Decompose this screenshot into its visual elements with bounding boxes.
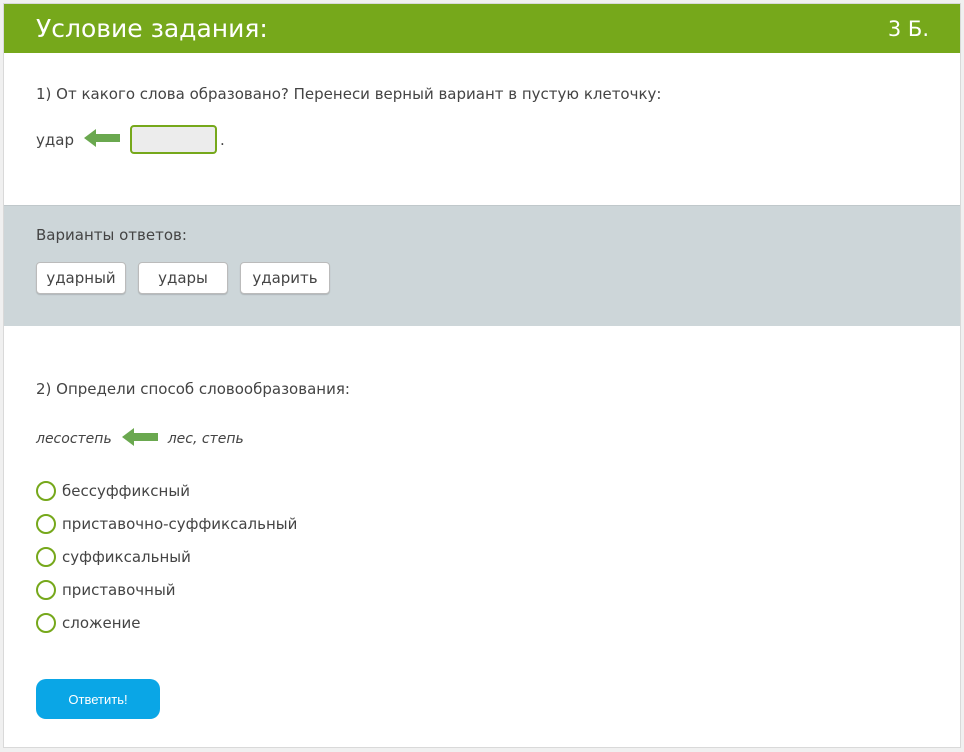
task-card: Условие задания: 3 Б. 1) От какого слова… xyxy=(3,3,961,748)
radio-options: бессуффиксный приставочно-суффиксальный … xyxy=(36,474,928,639)
left-arrow-icon xyxy=(121,428,158,450)
task-header: Условие задания: 3 Б. xyxy=(4,4,960,53)
radio-option-label: приставочно-суффиксальный xyxy=(62,514,298,533)
task-title: Условие задания: xyxy=(36,14,268,43)
question-1-text: 1) От какого слова образовано? Перенеси … xyxy=(36,85,662,103)
trailing-period: . xyxy=(219,130,225,149)
left-arrow-icon xyxy=(83,128,120,151)
answer-chip[interactable]: ударить xyxy=(240,262,330,294)
radio-circle-icon[interactable] xyxy=(36,546,56,567)
question-1-row: удар . xyxy=(36,125,928,154)
radio-option[interactable]: бессуффиксный xyxy=(36,474,928,507)
radio-option-label: бессуффиксный xyxy=(62,481,190,500)
radio-circle-icon[interactable] xyxy=(36,480,56,501)
radio-option-label: суффиксальный xyxy=(62,547,191,566)
answer-chips: ударный удары ударить xyxy=(36,262,928,294)
answer-chip[interactable]: удары xyxy=(138,262,228,294)
radio-option-label: приставочный xyxy=(62,580,176,599)
radio-circle-icon[interactable] xyxy=(36,579,56,600)
radio-option[interactable]: суффиксальный xyxy=(36,540,928,573)
radio-option[interactable]: приставочный xyxy=(36,573,928,606)
radio-option-label: сложение xyxy=(62,613,141,632)
answer-chip[interactable]: ударный xyxy=(36,262,126,294)
task-points: 3 Б. xyxy=(887,16,929,41)
answer-options-panel: Варианты ответов: ударный удары ударить xyxy=(4,205,960,326)
radio-circle-icon[interactable] xyxy=(36,513,56,534)
radio-option[interactable]: сложение xyxy=(36,606,928,639)
question-1: 1) От какого слова образовано? Перенеси … xyxy=(4,53,960,205)
question-2-text: 2) Определи способ словообразования: xyxy=(36,380,350,398)
question-2: 2) Определи способ словообразования: лес… xyxy=(4,326,960,719)
base-word: удар xyxy=(36,130,74,149)
answer-options-label: Варианты ответов: xyxy=(36,226,187,244)
word-formation-row: лесостепь лес, степь xyxy=(36,428,928,450)
derived-word: лесостепь xyxy=(36,431,112,447)
source-words: лес, степь xyxy=(167,431,244,447)
radio-circle-icon[interactable] xyxy=(36,612,56,633)
submit-button[interactable]: Ответить! xyxy=(36,679,160,719)
drop-target-slot[interactable] xyxy=(129,125,217,154)
radio-option[interactable]: приставочно-суффиксальный xyxy=(36,507,928,540)
